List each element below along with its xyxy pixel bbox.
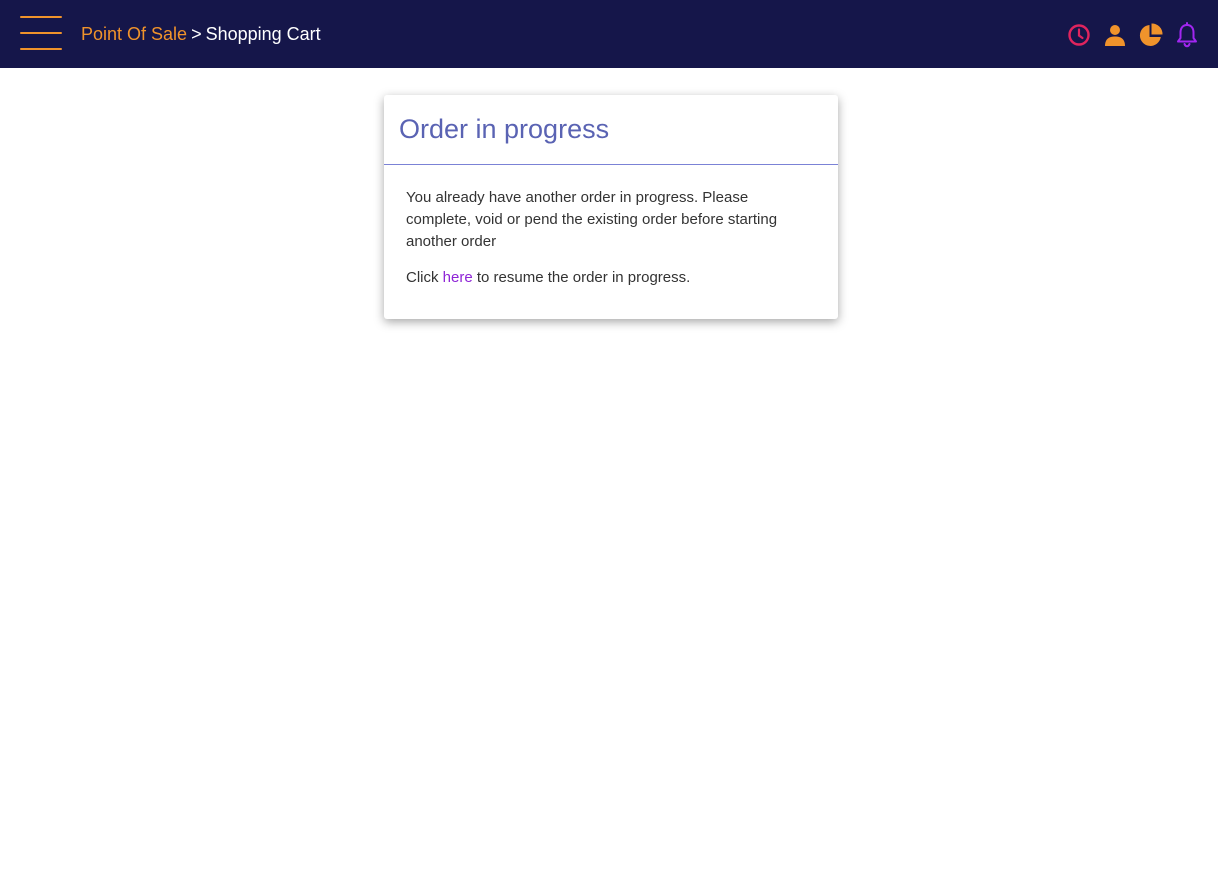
user-button[interactable] — [1102, 22, 1128, 48]
clock-button[interactable] — [1066, 22, 1092, 48]
breadcrumb-separator: > — [191, 24, 202, 44]
breadcrumb: Point Of Sale > Shopping Cart — [81, 23, 321, 45]
resume-order-link[interactable]: here — [443, 269, 473, 286]
menu-icon-bar — [20, 32, 62, 34]
clock-icon — [1068, 24, 1090, 46]
reports-button[interactable] — [1138, 22, 1164, 48]
dialog-title: Order in progress — [384, 95, 838, 165]
order-in-progress-dialog: Order in progress You already have anoth… — [384, 95, 838, 319]
dialog-body: You already have another order in progre… — [384, 165, 838, 289]
resume-suffix: to resume the order in progress. — [476, 269, 691, 286]
menu-icon — [20, 16, 62, 18]
breadcrumb-point-of-sale[interactable]: Point Of Sale — [81, 24, 187, 44]
user-icon — [1105, 25, 1125, 46]
bell-icon — [1177, 22, 1197, 48]
pie-chart-icon — [1139, 23, 1163, 46]
menu-icon-bar — [20, 48, 62, 50]
menu-button[interactable] — [20, 16, 64, 52]
resume-line: Click here to resume the order in progre… — [406, 267, 816, 289]
notifications-button[interactable] — [1174, 22, 1200, 48]
breadcrumb-shopping-cart: Shopping Cart — [205, 24, 321, 44]
resume-prefix: Click — [406, 269, 439, 286]
dialog-message: You already have another order in progre… — [406, 189, 778, 250]
top-bar: Point Of Sale > Shopping Cart — [0, 0, 1218, 68]
header-icons — [1066, 22, 1200, 48]
